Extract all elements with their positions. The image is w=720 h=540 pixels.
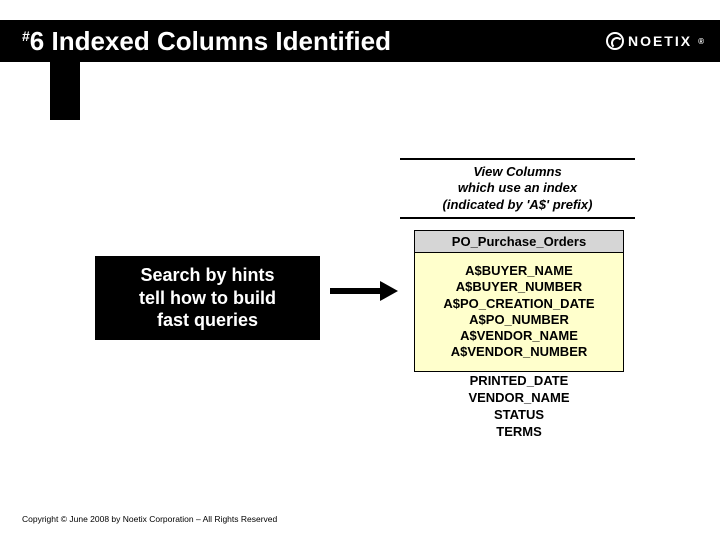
hint-line: tell how to build [105, 287, 310, 310]
black-accent-block [50, 62, 80, 120]
arrow-icon [330, 282, 400, 300]
indexed-column: A$PO_CREATION_DATE [419, 296, 619, 312]
indexed-column: A$PO_NUMBER [419, 312, 619, 328]
plain-column: PRINTED_DATE [418, 373, 620, 390]
table-name-header: PO_Purchase_Orders [414, 230, 624, 253]
copyright-footer: Copyright © June 2008 by Noetix Corporat… [22, 514, 277, 524]
logo-registered: ® [698, 37, 706, 46]
caption-line: View Columns [406, 164, 629, 180]
logo-swirl-icon [606, 32, 624, 50]
slide-title: #6 Indexed Columns Identified [0, 26, 391, 57]
indexed-column: A$BUYER_NAME [419, 263, 619, 279]
title-number: 6 [30, 26, 44, 56]
indexed-columns-block: A$BUYER_NAME A$BUYER_NUMBER A$PO_CREATIO… [414, 253, 624, 372]
plain-column: VENDOR_NAME [418, 390, 620, 407]
plain-columns-block: PRINTED_DATE VENDOR_NAME STATUS TERMS [414, 365, 624, 449]
caption-box: View Columns which use an index (indicat… [400, 158, 635, 219]
caption-line: (indicated by 'A$' prefix) [406, 197, 629, 213]
indexed-column: A$BUYER_NUMBER [419, 279, 619, 295]
hint-line: fast queries [105, 309, 310, 332]
hint-callout: Search by hints tell how to build fast q… [95, 256, 320, 340]
indexed-column: A$VENDOR_NUMBER [419, 344, 619, 360]
plain-column: TERMS [418, 424, 620, 441]
plain-column: STATUS [418, 407, 620, 424]
title-text: Indexed Columns Identified [44, 26, 391, 56]
title-bar: #6 Indexed Columns Identified NOETIX ® [0, 20, 720, 62]
indexed-column: A$VENDOR_NAME [419, 328, 619, 344]
noetix-logo: NOETIX ® [606, 32, 706, 50]
logo-text: NOETIX [628, 33, 692, 49]
title-hash: # [22, 28, 30, 44]
hint-line: Search by hints [105, 264, 310, 287]
caption-line: which use an index [406, 180, 629, 196]
